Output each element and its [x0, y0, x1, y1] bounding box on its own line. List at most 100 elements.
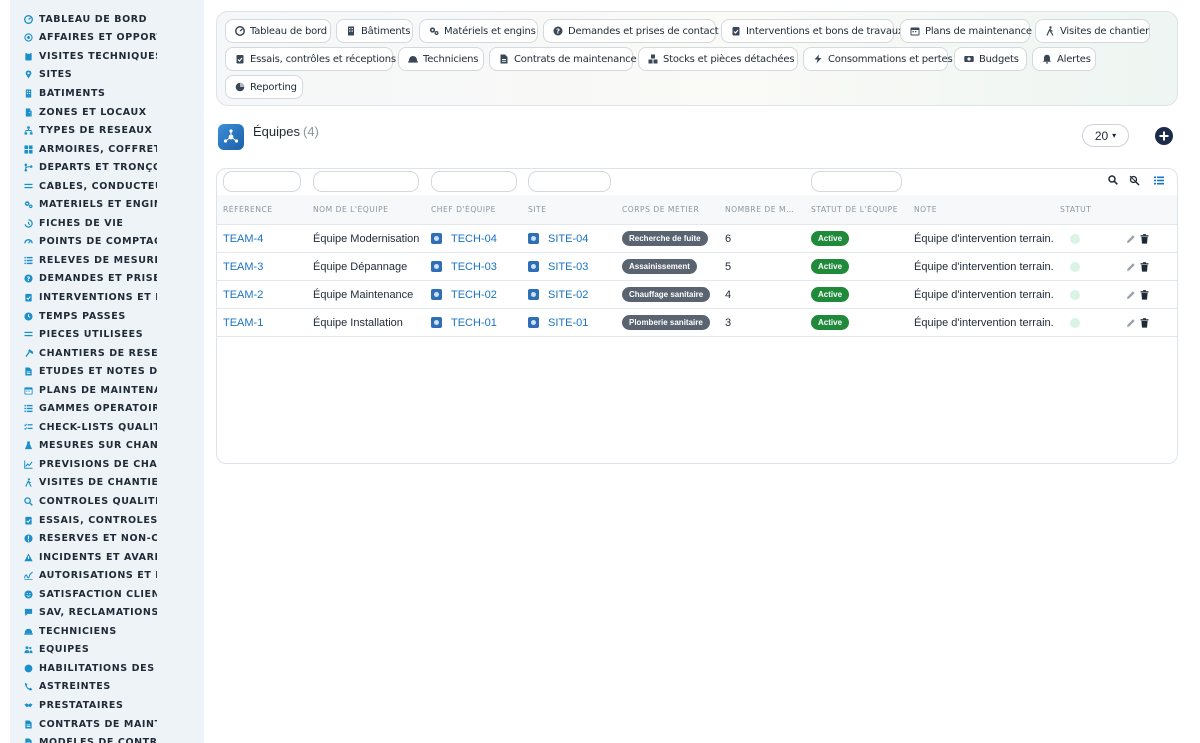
sidebar-item-29[interactable]: INCIDENTS ET AVARIES	[10, 548, 204, 567]
team-chief-link[interactable]: TECH-02	[451, 289, 497, 301]
team-chief-link[interactable]: TECH-03	[451, 261, 497, 273]
edit-icon[interactable]	[1126, 317, 1136, 328]
table-row[interactable]: TEAM-3 Équipe Dépannage TECH-03 SITE-03 …	[217, 253, 1177, 281]
nav-chip-2[interactable]: Matériels et engins	[419, 19, 538, 43]
sidebar-item-14[interactable]: ? DEMANDES ET PRISES DE CONTACT	[10, 270, 204, 289]
sidebar-item-32[interactable]: SAV, RÉCLAMATIONS ET GARANTIES	[10, 604, 204, 623]
sidebar-item-12[interactable]: POINTS DE COMPTAGE ET MESURE	[10, 233, 204, 252]
filter-name-input[interactable]	[313, 171, 419, 192]
nav-chip-7[interactable]: Essais, contrôles et réceptions	[225, 47, 396, 71]
delete-icon[interactable]	[1139, 261, 1149, 272]
edit-icon[interactable]	[1126, 289, 1136, 300]
nav-chip-12[interactable]: Budgets	[954, 47, 1027, 71]
team-reference-link[interactable]: TEAM-3	[223, 261, 263, 273]
sidebar-item-20[interactable]: PLANS DE MAINTENANCE	[10, 381, 204, 400]
sidebar-item-2[interactable]: VISITES TECHNIQUES ET RELEVÉS	[10, 47, 204, 66]
sidebar-item-24[interactable]: PRÉVISIONS DE CHANTIER	[10, 455, 204, 474]
nav-chip-8[interactable]: Techniciens	[398, 47, 484, 71]
sidebar-item-39[interactable]: MODÈLES DE CONTRATS	[10, 733, 204, 743]
search-icon[interactable]	[1107, 174, 1119, 186]
nav-chip-4[interactable]: Interventions et bons de travaux	[721, 19, 904, 43]
sidebar-item-28[interactable]: RÉSERVES ET NON-CONFORMITÉS	[10, 529, 204, 548]
team-chief-link[interactable]: TECH-01	[451, 317, 497, 329]
column-header-name[interactable]: NOM DE L'ÉQUIPE	[313, 205, 423, 214]
sidebar-item-15[interactable]: INTERVENTIONS ET BONS DE TRAVAUX	[10, 288, 204, 307]
nav-chip-0[interactable]: Tableau de bord	[225, 19, 331, 43]
sidebar-item-16[interactable]: TEMPS PASSÉS	[10, 307, 204, 326]
page-size-select[interactable]: 20 ▾	[1082, 124, 1129, 147]
sidebar-item-9[interactable]: CÂBLES, CONDUCTEURS	[10, 177, 204, 196]
nav-chip-3[interactable]: ? Demandes et prises de contact	[543, 19, 719, 43]
column-header-reference[interactable]: RÉFÉRENCE	[223, 205, 303, 214]
sidebar-item-22[interactable]: CHECK-LISTS QUALITÉ	[10, 418, 204, 437]
sidebar-item-10[interactable]: MATÉRIELS ET ENGINS	[10, 195, 204, 214]
edit-icon[interactable]	[1126, 233, 1136, 244]
sidebar-item-30[interactable]: AUTORISATIONS ET DICT	[10, 566, 204, 585]
sidebar-item-25[interactable]: VISITES DE CHANTIER	[10, 474, 204, 493]
sidebar-item-19[interactable]: ÉTUDES ET NOTES DE CALCUL	[10, 362, 204, 381]
sidebar-item-36[interactable]: ASTREINTES	[10, 678, 204, 697]
delete-icon[interactable]	[1139, 233, 1149, 244]
sidebar-item-3[interactable]: SITES	[10, 66, 204, 85]
nav-chip-1[interactable]: Bâtiments	[336, 19, 413, 43]
column-header-members[interactable]: NOMBRE DE MEMBRES	[725, 205, 797, 214]
sidebar-item-17[interactable]: PIÈCES UTILISÉES	[10, 325, 204, 344]
team-reference-link[interactable]: TEAM-4	[223, 233, 263, 245]
delete-icon[interactable]	[1139, 317, 1149, 328]
clear-search-icon[interactable]	[1128, 174, 1140, 186]
sidebar-item-1[interactable]: AFFAIRES ET OPPORTUNITÉS	[10, 29, 204, 48]
sidebar-item-4[interactable]: BÂTIMENTS	[10, 84, 204, 103]
nav-chip-10[interactable]: Stocks et pièces détachées	[638, 47, 798, 71]
sidebar-item-33[interactable]: TECHNICIENS	[10, 622, 204, 641]
table-row[interactable]: TEAM-2 Équipe Maintenance TECH-02 SITE-0…	[217, 281, 1177, 309]
sidebar-item-27[interactable]: ESSAIS, CONTRÔLES ET RÉCEPTIONS	[10, 511, 204, 530]
filter-reference-input[interactable]	[223, 171, 301, 192]
sidebar-item-38[interactable]: CONTRATS DE MAINTENANCE	[10, 715, 204, 734]
column-header-status[interactable]: STATUT	[1060, 205, 1120, 214]
sidebar-item-23[interactable]: MESURES SUR CHANTIER	[10, 437, 204, 456]
sidebar-item-0[interactable]: TABLEAU DE BORD	[10, 10, 204, 29]
table-row[interactable]: TEAM-4 Équipe Modernisation TECH-04 SITE…	[217, 225, 1177, 253]
nav-chip-label: Budgets	[979, 53, 1019, 65]
table-row[interactable]: TEAM-1 Équipe Installation TECH-01 SITE-…	[217, 309, 1177, 337]
filter-chief-input[interactable]	[431, 171, 517, 192]
team-reference-link[interactable]: TEAM-1	[223, 317, 263, 329]
column-header-note[interactable]: NOTE	[914, 205, 994, 214]
column-header-chief[interactable]: CHEF D'ÉQUIPE	[431, 205, 521, 214]
nav-chip-9[interactable]: Contrats de maintenance	[489, 47, 637, 71]
filter-site-input[interactable]	[528, 171, 611, 192]
team-site-link[interactable]: SITE-01	[548, 317, 588, 329]
list-view-icon[interactable]	[1153, 174, 1165, 186]
sidebar-item-21[interactable]: GAMMES OPÉRATOIRES	[10, 399, 204, 418]
add-team-button[interactable]	[1155, 127, 1173, 145]
sidebar-item-31[interactable]: SATISFACTION CLIENT	[10, 585, 204, 604]
sidebar-item-7[interactable]: ARMOIRES, COFFRETS ET TABLEAUX	[10, 140, 204, 159]
team-site-link[interactable]: SITE-04	[548, 233, 588, 245]
sidebar-item-35[interactable]: HABILITATIONS DES ÉQUIPES	[10, 659, 204, 678]
column-header-team-status[interactable]: STATUT DE L'ÉQUIPE	[811, 205, 907, 214]
nav-chip-11[interactable]: Consommations et pertes	[803, 47, 953, 71]
team-site-link[interactable]: SITE-03	[548, 261, 588, 273]
nav-chip-13[interactable]: Alertes	[1032, 47, 1096, 71]
team-site-link[interactable]: SITE-02	[548, 289, 588, 301]
sidebar-item-5[interactable]: ZONES ET LOCAUX	[10, 103, 204, 122]
team-reference-link[interactable]: TEAM-2	[223, 289, 263, 301]
sidebar-item-8[interactable]: DÉPARTS ET TRONÇONS	[10, 158, 204, 177]
team-chief-link[interactable]: TECH-04	[451, 233, 497, 245]
edit-icon[interactable]	[1126, 261, 1136, 272]
filter-team-status-input[interactable]	[811, 171, 902, 192]
sidebar-item-34[interactable]: ÉQUIPES	[10, 641, 204, 660]
sidebar-item-37[interactable]: PRESTATAIRES	[10, 696, 204, 715]
nav-chip-5[interactable]: Plans de maintenance	[900, 19, 1032, 43]
delete-icon[interactable]	[1139, 289, 1149, 300]
clipboard-check-icon	[24, 516, 33, 525]
sidebar-item-26[interactable]: CONTRÔLES QUALITÉ	[10, 492, 204, 511]
sidebar-item-11[interactable]: FICHES DE VIE	[10, 214, 204, 233]
nav-chip-6[interactable]: Visites de chantier	[1035, 19, 1150, 43]
column-header-trade[interactable]: CORPS DE MÉTIER	[622, 205, 717, 214]
sidebar-item-13[interactable]: RELEVÉS DE MESURES	[10, 251, 204, 270]
nav-chip-14[interactable]: Reporting	[225, 75, 303, 99]
sidebar-item-18[interactable]: CHANTIERS DE RÉSEAUX	[10, 344, 204, 363]
sidebar-item-6[interactable]: TYPES DE RÉSEAUX (BT / HTA)	[10, 121, 204, 140]
column-header-site[interactable]: SITE	[528, 205, 608, 214]
